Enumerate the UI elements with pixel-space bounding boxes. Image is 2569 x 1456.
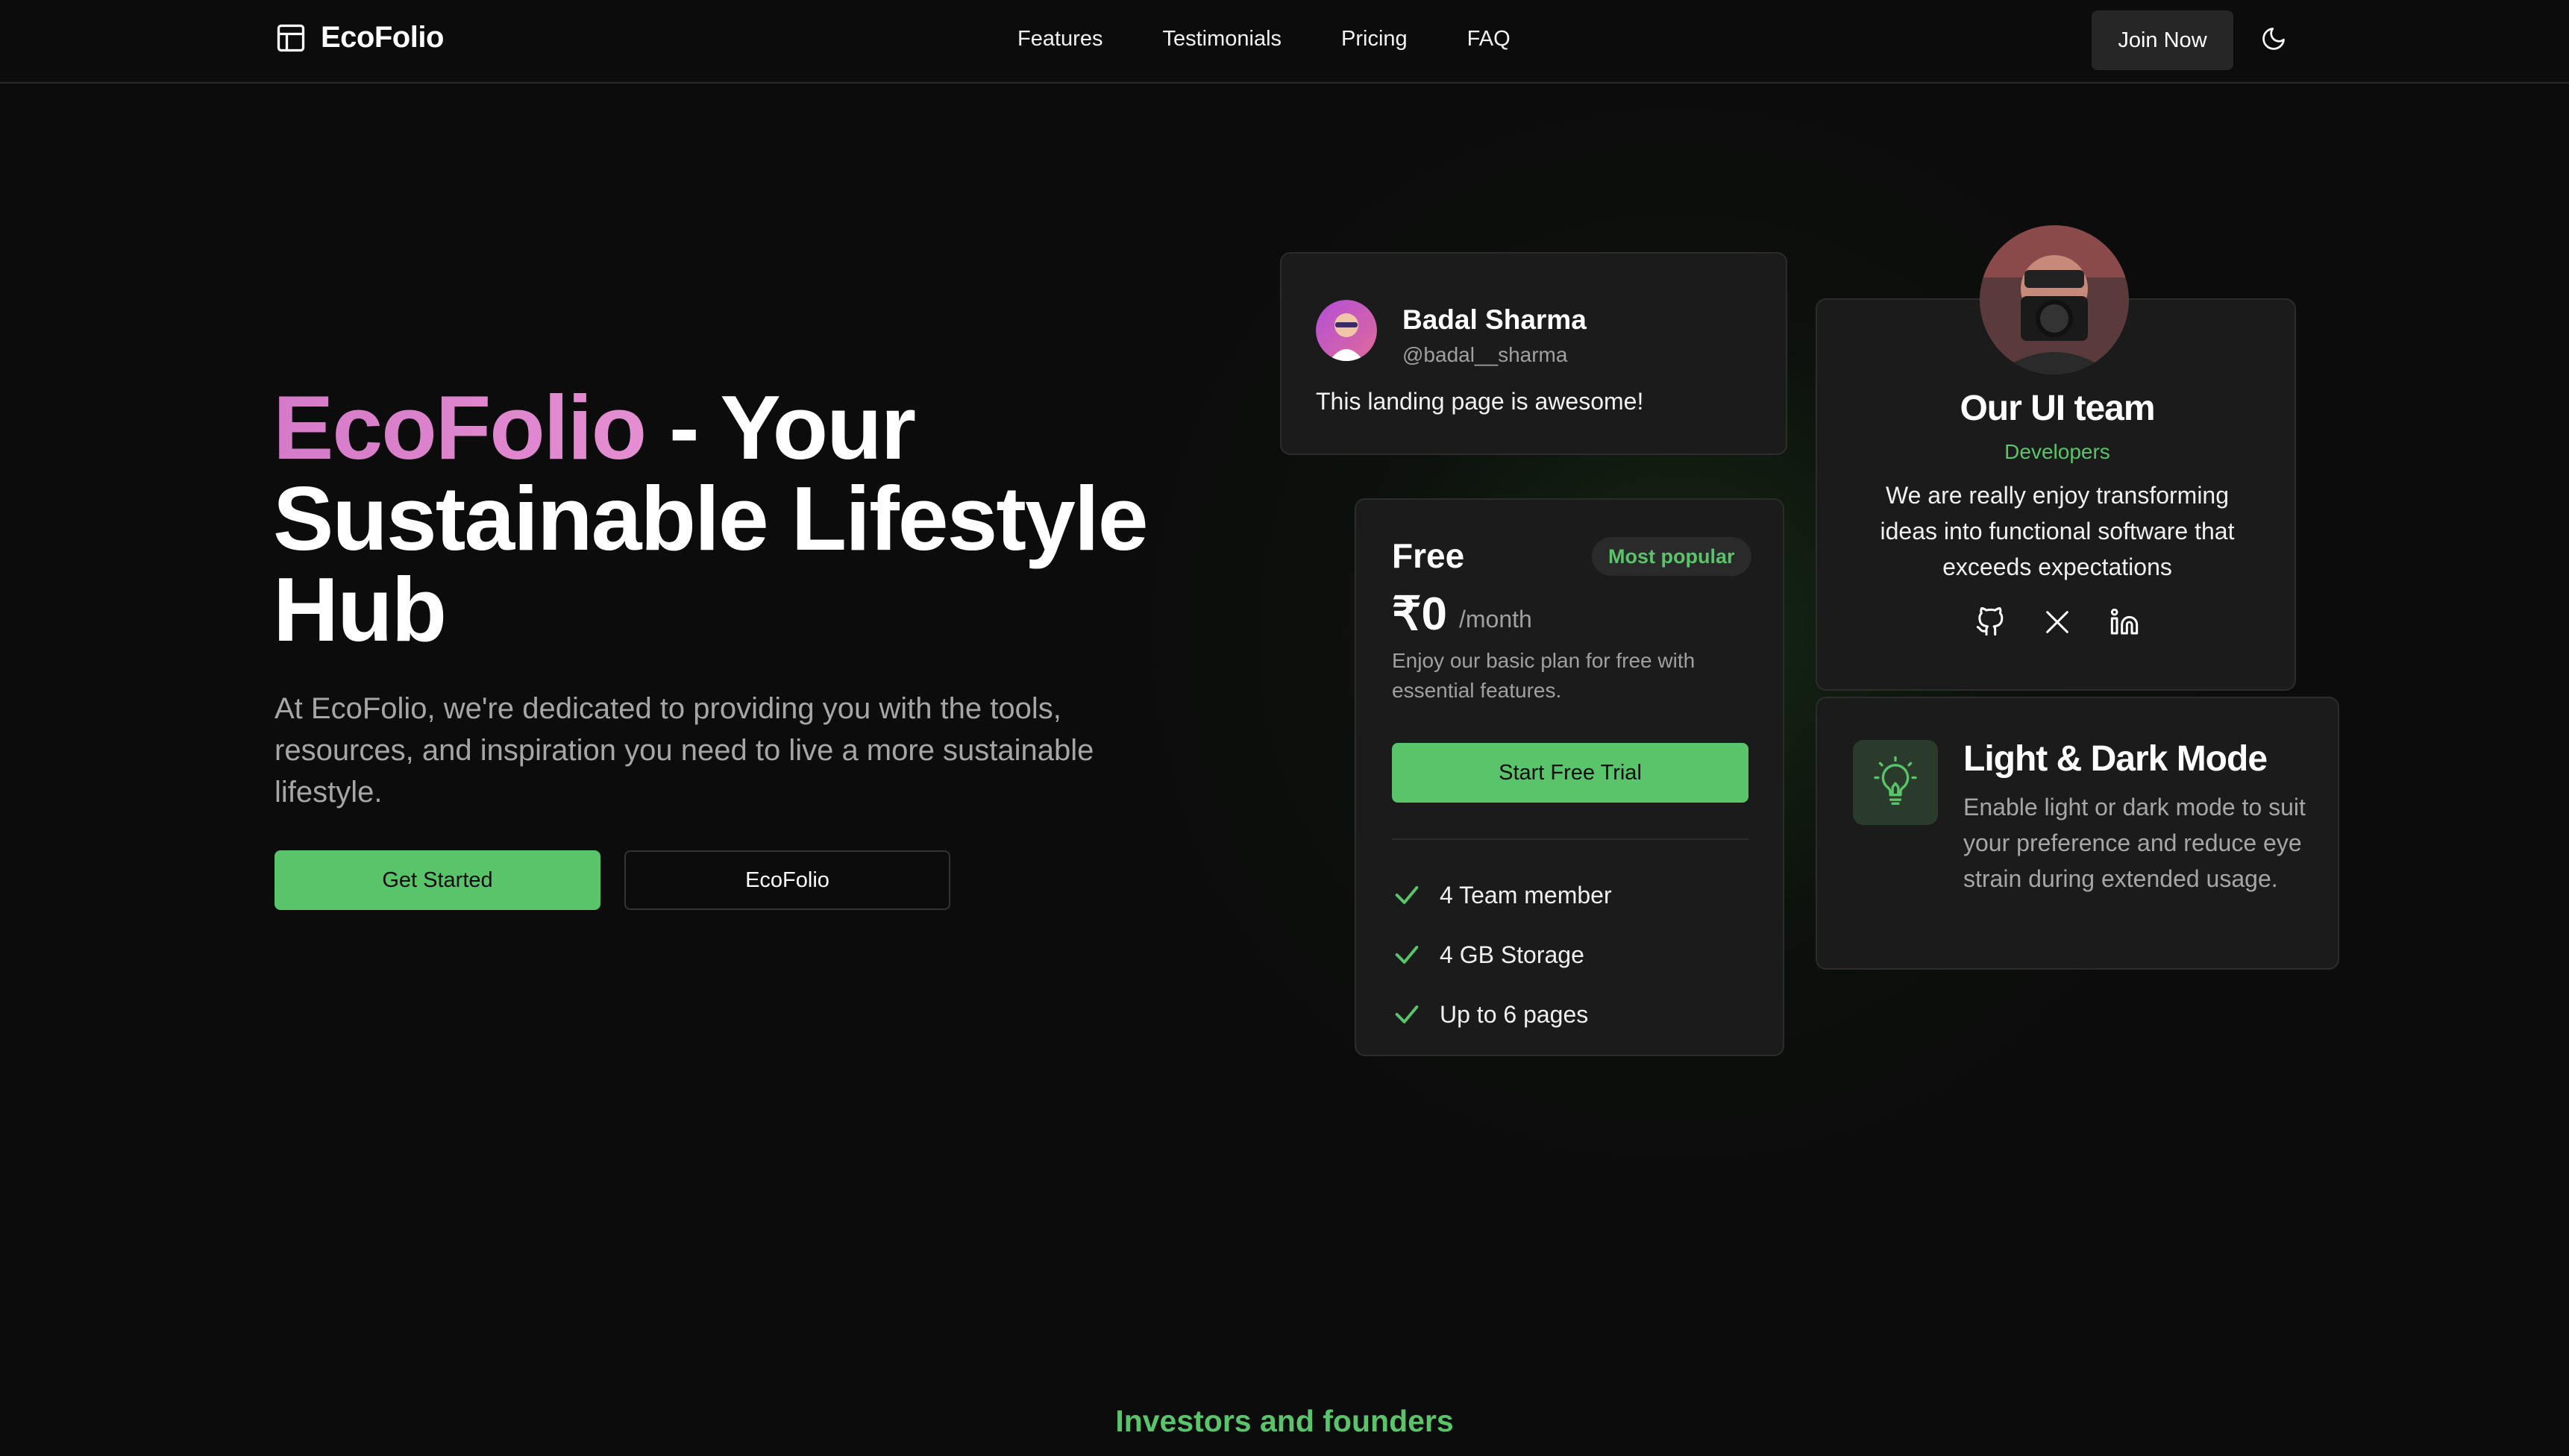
list-item: 4 Team member bbox=[1392, 865, 1612, 925]
brand-name: EcoFolio bbox=[321, 21, 444, 54]
testimonial-quote: This landing page is awesome! bbox=[1316, 388, 1644, 415]
avatar-illustration bbox=[1316, 300, 1377, 361]
avatar bbox=[1980, 225, 2129, 374]
plan-features: 4 Team member 4 GB Storage Up to 6 pages bbox=[1392, 865, 1612, 1044]
light-dark-mode-card: Light & Dark Mode Enable light or dark m… bbox=[1816, 697, 2339, 970]
testimonial-name: Badal Sharma bbox=[1402, 304, 1587, 335]
team-subtitle: Developers bbox=[2004, 440, 2110, 463]
investors-heading: Investors and founders bbox=[1115, 1404, 1454, 1438]
mode-card-title: Light & Dark Mode bbox=[1963, 739, 2268, 779]
team-description: We are really enjoy transforming ideas i… bbox=[1880, 482, 2235, 580]
start-free-trial-button[interactable]: Start Free Trial bbox=[1392, 743, 1748, 803]
nav-link-faq[interactable]: FAQ bbox=[1467, 27, 1511, 51]
nav-link-pricing[interactable]: Pricing bbox=[1341, 27, 1408, 51]
avatar bbox=[1316, 300, 1377, 361]
hero-description: At EcoFolio, we're dedicated to providin… bbox=[275, 692, 1094, 809]
list-item: 4 GB Storage bbox=[1392, 925, 1612, 985]
hero-title: EcoFolio - Your Sustainable Lifestyle Hu… bbox=[273, 382, 1168, 655]
lightbulb-icon-box bbox=[1853, 740, 1938, 825]
plan-description: Enjoy our basic plan for free with essen… bbox=[1392, 649, 1696, 702]
nav-links: Features Testimonials Pricing FAQ bbox=[1017, 27, 1511, 51]
testimonial-card: Badal Sharma @badal__sharma This landing… bbox=[1280, 252, 1787, 455]
check-icon bbox=[1395, 946, 1419, 964]
lightbulb-icon bbox=[1874, 756, 1917, 805]
github-icon[interactable] bbox=[1975, 607, 2005, 637]
hero-title-highlight: EcoFolio bbox=[273, 377, 647, 478]
check-icon bbox=[1395, 886, 1419, 904]
divider bbox=[1392, 838, 1748, 840]
layout-icon bbox=[277, 24, 305, 51]
feature-label: 4 GB Storage bbox=[1440, 941, 1584, 968]
feature-label: Up to 6 pages bbox=[1440, 1000, 1589, 1028]
x-icon[interactable] bbox=[2042, 607, 2072, 637]
get-started-button[interactable]: Get Started bbox=[275, 850, 600, 910]
list-item: Up to 6 pages bbox=[1392, 985, 1612, 1044]
nav-link-testimonials[interactable]: Testimonials bbox=[1162, 27, 1282, 51]
testimonial-handle: @badal__sharma bbox=[1402, 343, 1568, 366]
team-photo bbox=[1980, 225, 2129, 374]
team-title: Our UI team bbox=[1960, 389, 2155, 428]
plan-name: Free bbox=[1392, 536, 1465, 575]
top-navbar: EcoFolio Features Testimonials Pricing F… bbox=[0, 0, 2569, 84]
brand-logo[interactable]: EcoFolio bbox=[275, 21, 444, 54]
join-now-button[interactable]: Join Now bbox=[2092, 10, 2233, 70]
ecofolio-button[interactable]: EcoFolio bbox=[624, 850, 950, 910]
pricing-card: Free Most popular ₹0 /month Enjoy our ba… bbox=[1355, 498, 1784, 1056]
most-popular-badge: Most popular bbox=[1592, 537, 1751, 576]
nav-link-features[interactable]: Features bbox=[1017, 27, 1102, 51]
plan-price: ₹0 bbox=[1392, 589, 1447, 640]
linkedin-icon[interactable] bbox=[2110, 607, 2139, 637]
check-icon bbox=[1395, 1005, 1419, 1023]
feature-label: 4 Team member bbox=[1440, 881, 1612, 909]
mode-card-description: Enable light or dark mode to suit your p… bbox=[1963, 794, 2306, 892]
moon-icon[interactable] bbox=[2260, 25, 2287, 52]
social-links bbox=[1817, 607, 2297, 637]
plan-period: /month bbox=[1459, 606, 1532, 633]
